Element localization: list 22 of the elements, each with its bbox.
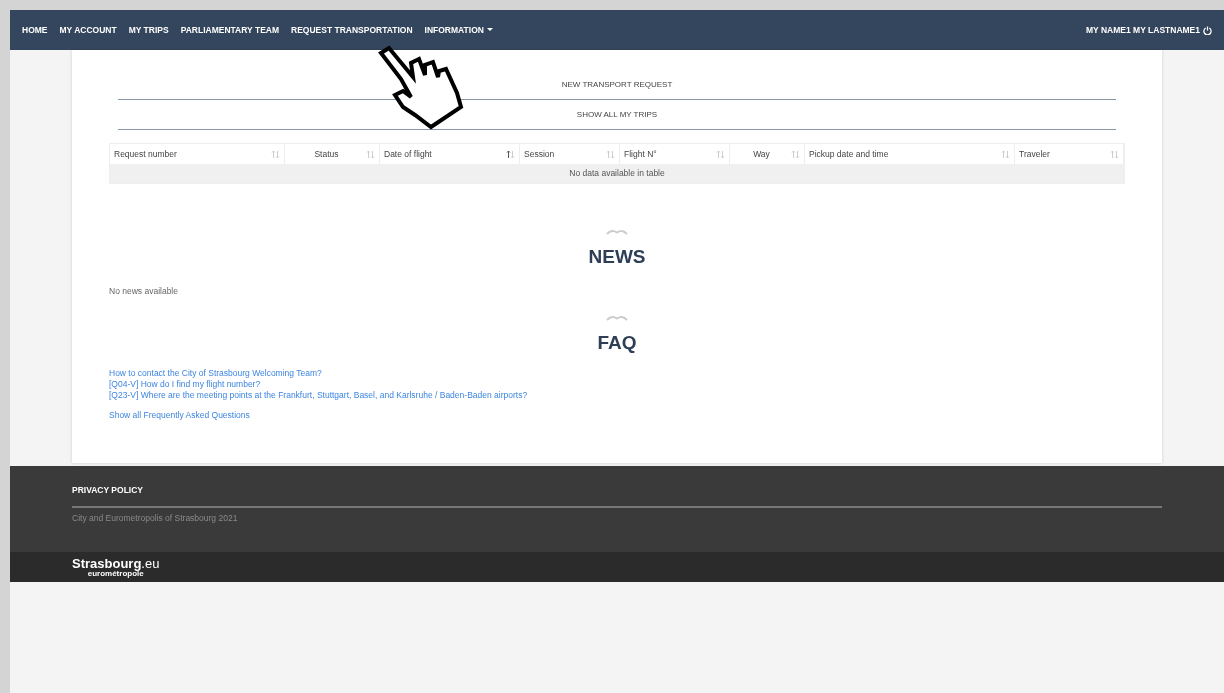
nav-link[interactable]: MY TRIPS [128, 23, 169, 37]
wave-ornament-icon [606, 229, 628, 235]
privacy-policy-link[interactable]: PRIVACY POLICY [72, 485, 143, 495]
wave-ornament-icon [606, 315, 628, 322]
nav-link[interactable]: INFORMATION [424, 23, 493, 37]
power-icon [1203, 25, 1212, 35]
nav-link[interactable]: PARLIAMENTARY TEAM [180, 23, 280, 37]
faq-link[interactable]: [Q04-V] How do I find my flight number? [109, 378, 261, 390]
copyright-text: City and Eurometropolis of Strasbourg 2021 [72, 512, 239, 525]
user-menu-link[interactable]: MY NAME1 MY LASTNAME1 [1086, 23, 1212, 37]
faq-link[interactable]: [Q23-V] Where are the meeting points at the Frankfurt, Stuttgart, Basel, and Karlsruhe / Baden-Baden airports? [109, 389, 528, 401]
nav-link[interactable]: MY ACCOUNT [59, 23, 117, 37]
news-message: No news available [109, 284, 179, 298]
faq-link[interactable]: How to contact the City of Strasbourg Welcoming Team? [109, 367, 322, 379]
show-all-faq-link[interactable]: Show all Frequently Asked Questions [109, 409, 250, 421]
strasbourg-logo: Strasbourg.eu eurométropole [72, 556, 160, 578]
empty-table-message: No data available in table [110, 164, 1124, 183]
caret-icon [486, 28, 493, 32]
section-heading: FAQ [597, 331, 637, 356]
nav-link[interactable]: HOME [22, 23, 48, 37]
section-heading: NEWS [588, 245, 646, 269]
nav-link[interactable]: REQUEST TRANSPORTATION [291, 23, 413, 37]
